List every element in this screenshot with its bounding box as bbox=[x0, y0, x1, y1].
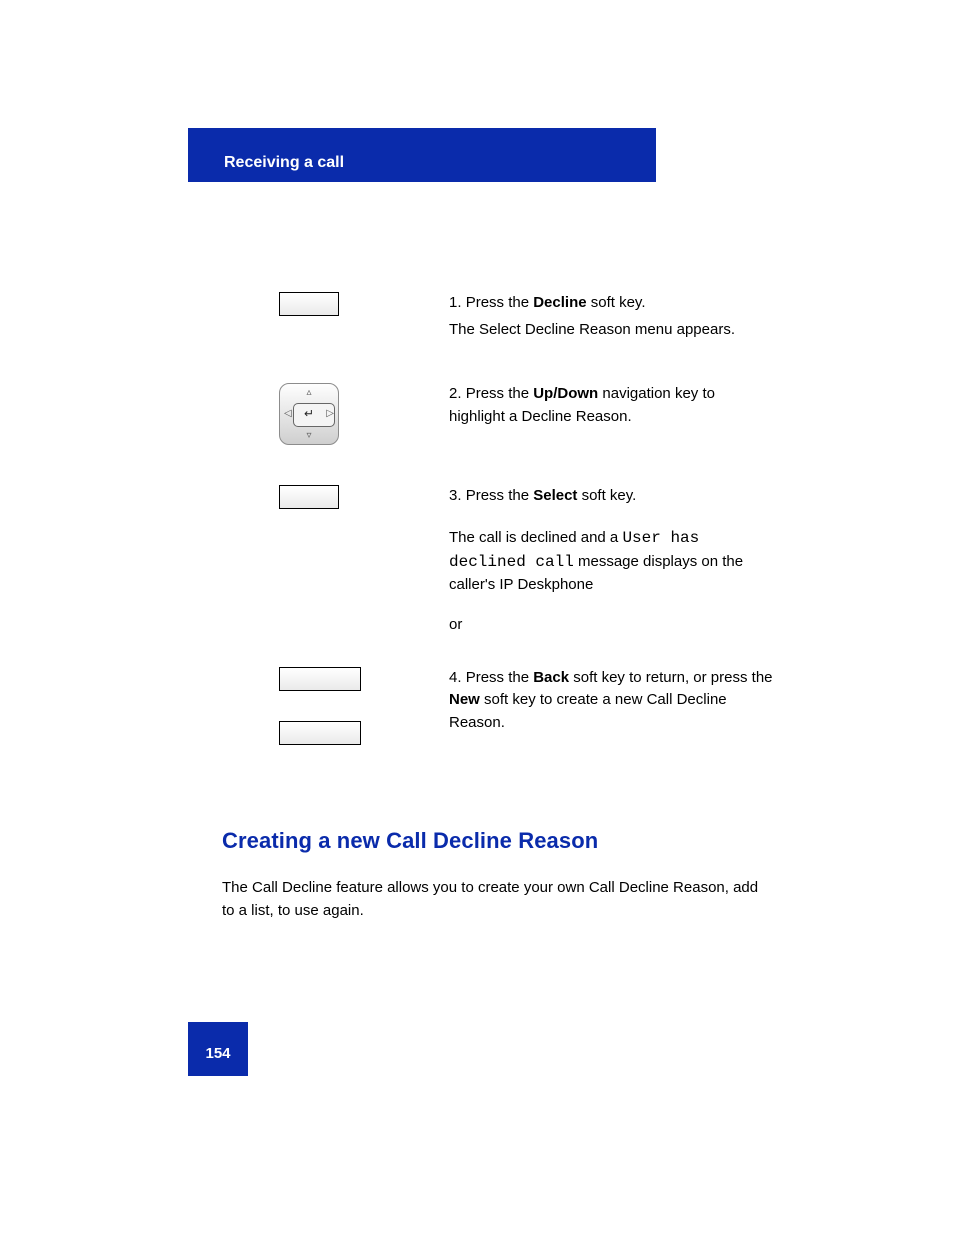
softkey-box bbox=[279, 485, 339, 509]
step-4: 4. Press the Back soft key to return, or… bbox=[279, 667, 774, 745]
navigation-pad-icon: ▵ ▿ ◁ ▷ ↵ bbox=[279, 383, 339, 445]
step-2-text: 2. Press the Up/Down navigation key to h… bbox=[449, 383, 774, 428]
step-3: 3. Press the Select soft key. The call i… bbox=[279, 485, 774, 637]
step-1-text: 1. Press the Decline soft key. The Selec… bbox=[449, 292, 735, 341]
running-header-title: Receiving a call bbox=[224, 154, 620, 172]
step-3-text: 3. Press the Select soft key. The call i… bbox=[449, 485, 774, 637]
step-4-text: 4. Press the Back soft key to return, or… bbox=[449, 667, 774, 735]
page-number: 154 bbox=[188, 1022, 248, 1076]
step-2: ▵ ▿ ◁ ▷ ↵ 2. Press the Up/Down navigatio… bbox=[279, 383, 774, 445]
section-heading: Creating a new Call Decline Reason bbox=[222, 828, 598, 854]
page-header: Receiving a call bbox=[188, 128, 656, 182]
section-paragraph: The Call Decline feature allows you to c… bbox=[222, 876, 768, 923]
softkey-box bbox=[279, 292, 339, 316]
softkey-box bbox=[279, 721, 361, 745]
document-page: Receiving a call 1. Press the Decline so… bbox=[0, 0, 954, 1235]
softkey-box bbox=[279, 667, 361, 691]
step-1: 1. Press the Decline soft key. The Selec… bbox=[279, 292, 774, 341]
